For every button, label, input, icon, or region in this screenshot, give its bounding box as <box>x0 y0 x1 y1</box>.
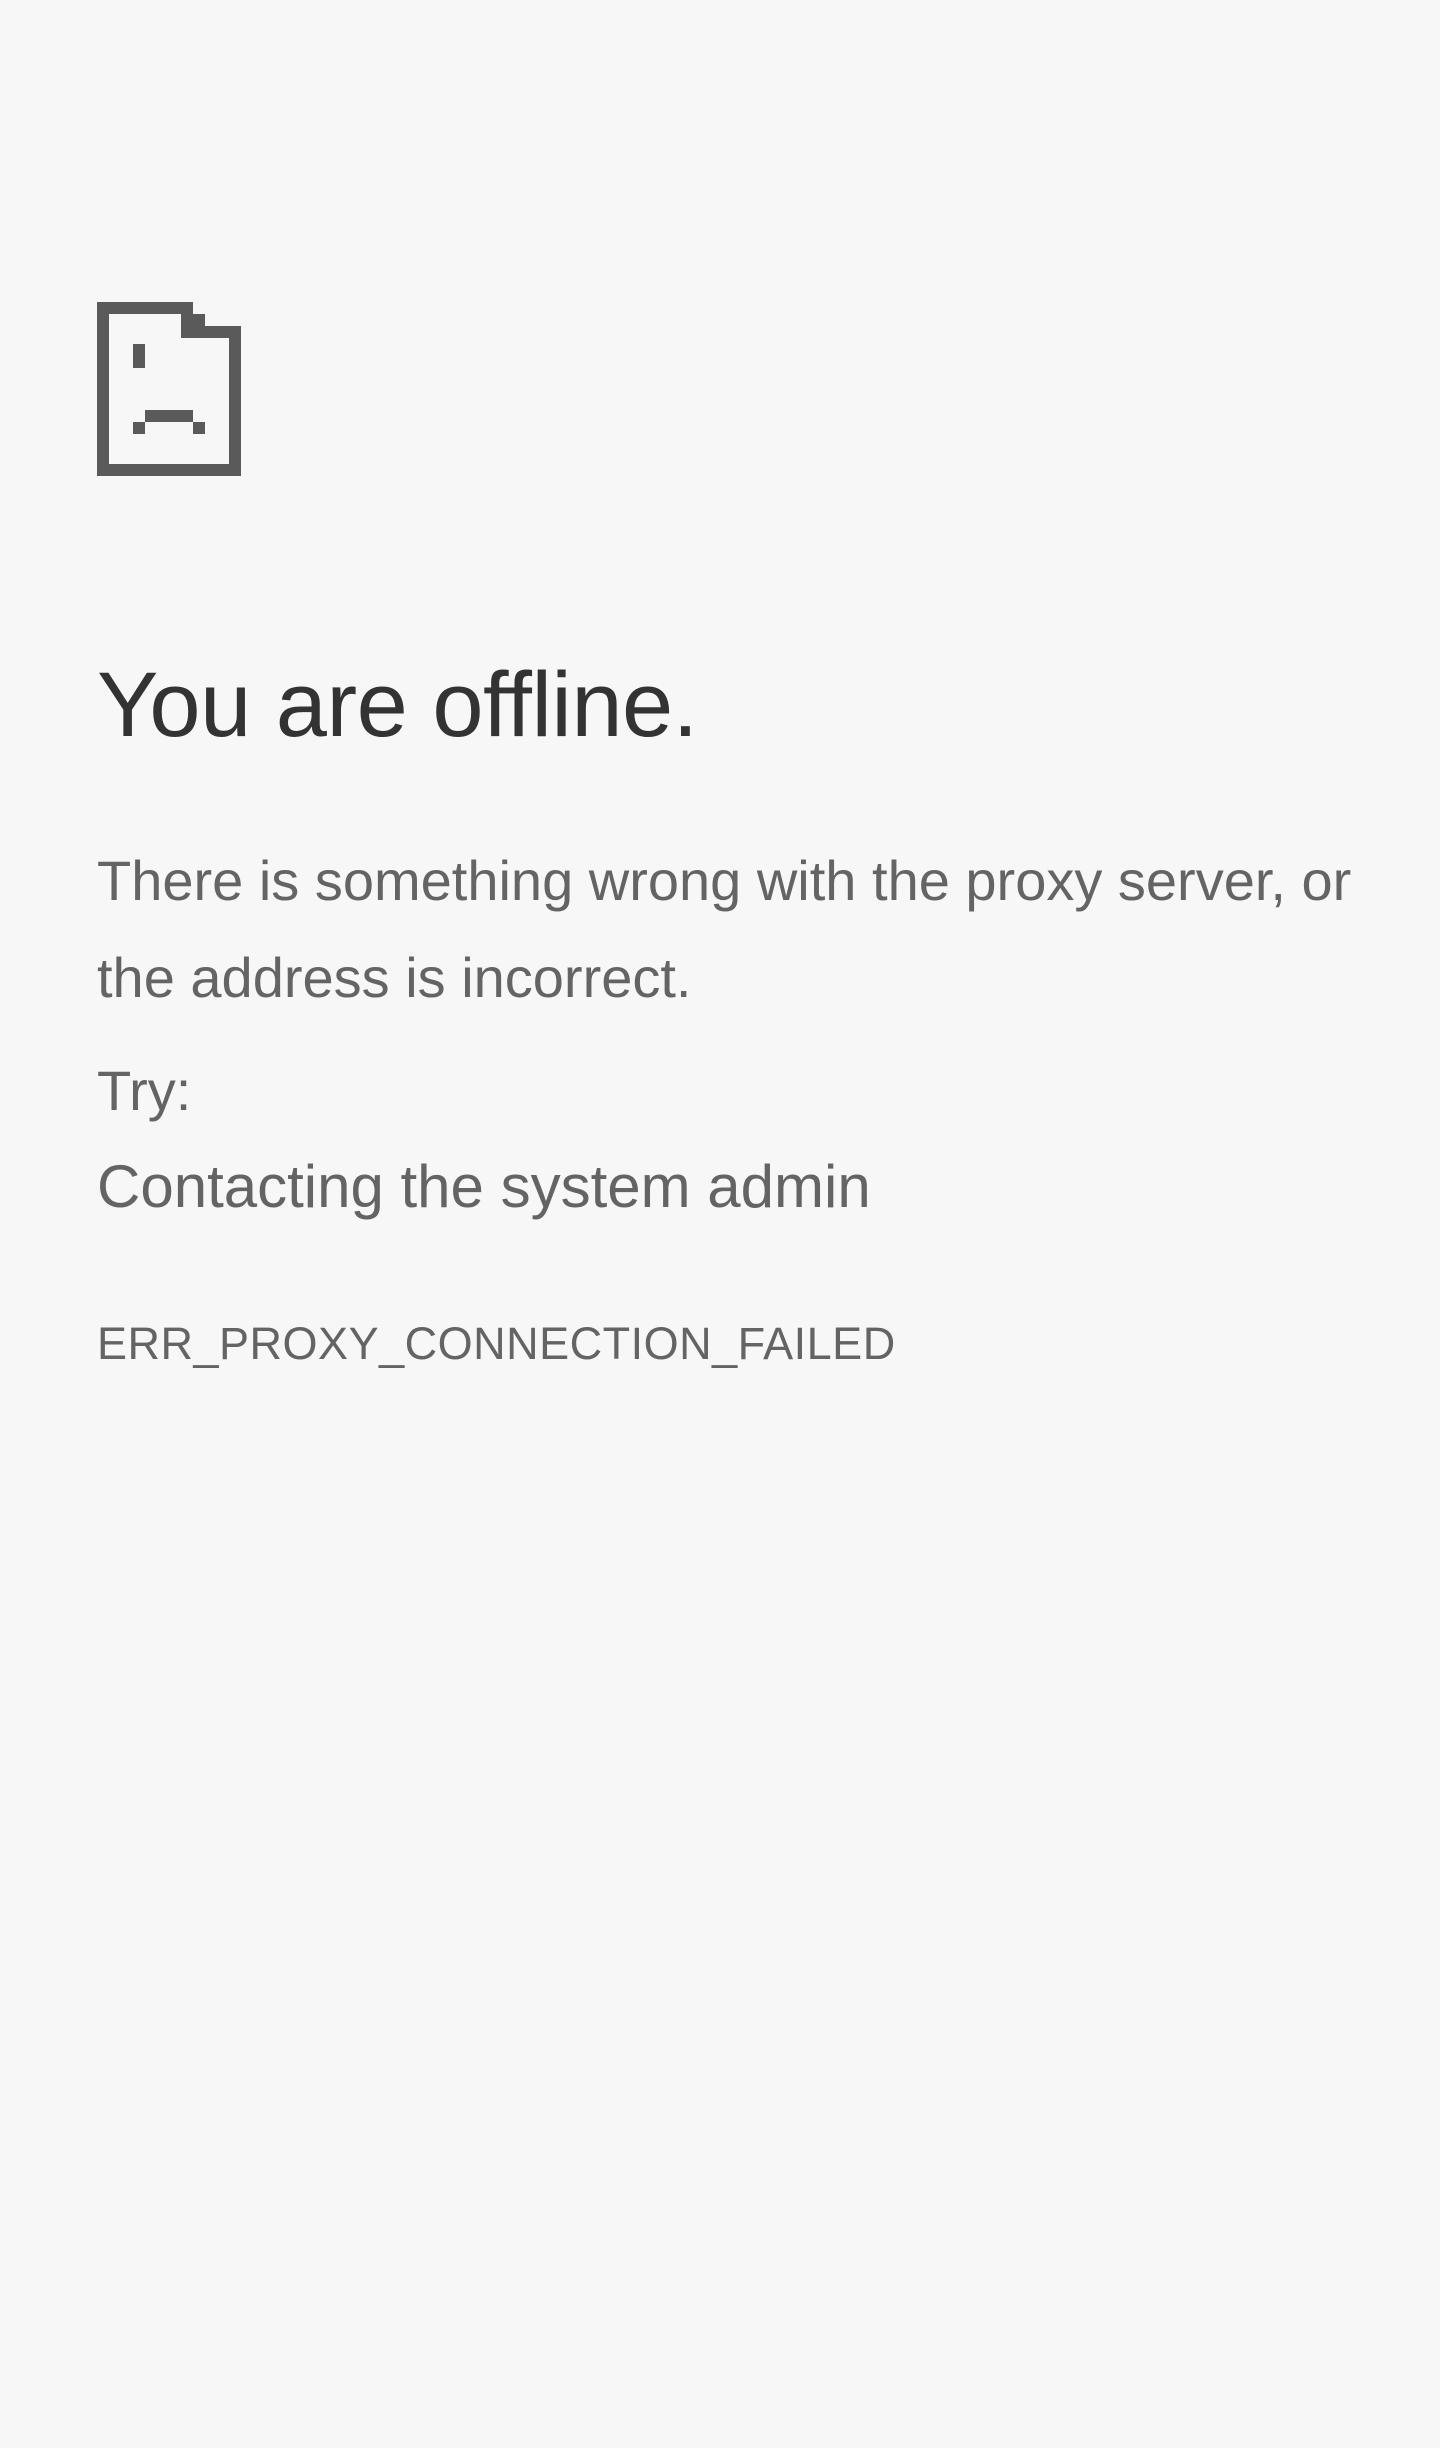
page-title: You are offline. <box>97 654 698 756</box>
error-message: There is something wrong with the proxy … <box>97 849 1352 1009</box>
sad-document-icon <box>97 302 241 476</box>
try-label: Try: <box>97 1059 192 1122</box>
suggestion-item: Contacting the system admin <box>97 1153 871 1220</box>
error-code: ERR_PROXY_CONNECTION_FAILED <box>97 1318 896 1369</box>
